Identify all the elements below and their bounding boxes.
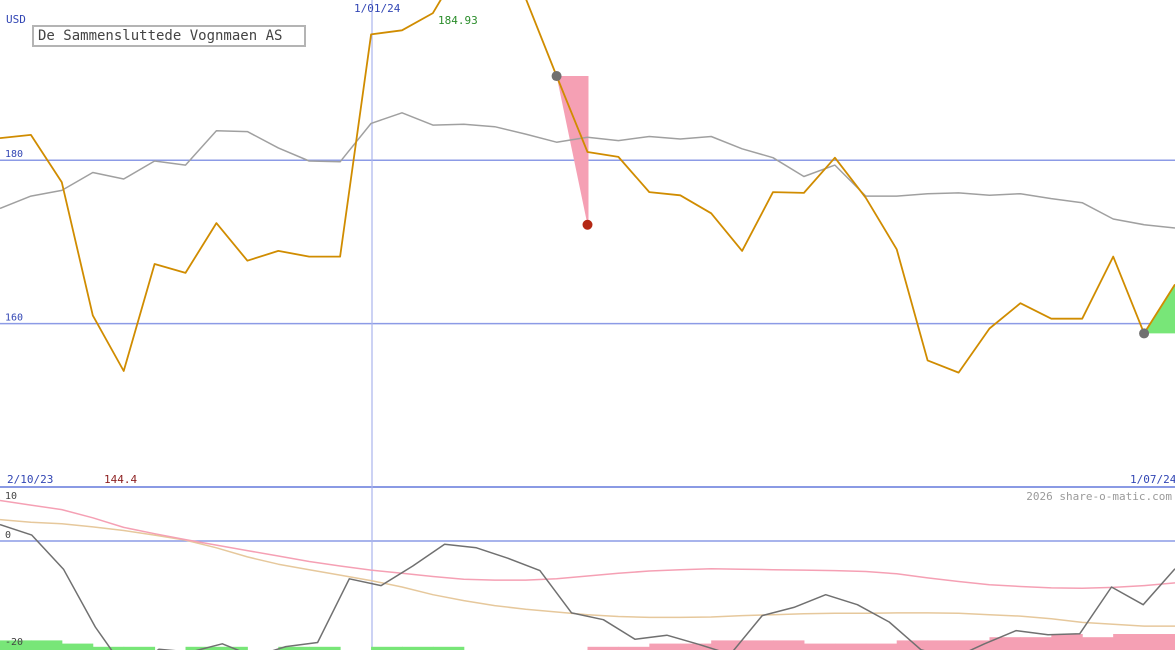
price-marker (582, 219, 593, 230)
histogram-bar (865, 643, 898, 650)
histogram-bar (61, 643, 94, 650)
low-value-label: 144.4 (104, 473, 137, 486)
histogram-bar (773, 640, 805, 650)
price-tick-label: 180 (5, 149, 23, 160)
histogram-layer (0, 634, 1175, 650)
histogram-bar (1144, 634, 1175, 650)
oscillator-tick-label: 0 (5, 530, 11, 541)
histogram-bar (803, 643, 836, 650)
histogram-bar (742, 640, 774, 650)
oscillator-tick-label: 10 (5, 491, 17, 502)
oscillator-osc-line (0, 523, 1175, 650)
decline-shade (556, 76, 589, 225)
currency-label: USD (6, 13, 26, 26)
price-tick-label: 160 (5, 313, 23, 324)
histogram-bar (834, 643, 867, 650)
cursor-date-label: 1/01/24 (354, 2, 401, 15)
cursor-value-label: 184.93 (438, 14, 478, 27)
histogram-bar (30, 640, 63, 650)
histogram-bar (927, 640, 960, 650)
chart-canvas: USD 1/01/24 184.93 2/10/23 1/07/24 144.4… (0, 0, 1175, 650)
histogram-bar (649, 643, 681, 650)
price-marker (551, 71, 562, 82)
end-date-label: 1/07/24 (1130, 473, 1175, 486)
watermark-text: 2026 share-o-matic.com (1026, 490, 1172, 503)
chart-title: De Sammensluttede Vognmaen AS (32, 25, 306, 47)
ytick-layer: 160 180 10 0 -20 (5, 149, 23, 648)
start-date-label: 2/10/23 (7, 473, 53, 486)
marker-layer (551, 71, 1150, 339)
oscillator-tick-label: -20 (5, 637, 23, 648)
histogram-bar (1082, 637, 1114, 650)
fill-layer (556, 76, 1175, 334)
oscillator-tan-line (0, 518, 1175, 627)
oscillator-pink-line (0, 499, 1175, 590)
histogram-bar (1051, 634, 1083, 650)
histogram-bar (1113, 634, 1145, 650)
histogram-bar (1020, 637, 1052, 650)
price-marker (1139, 328, 1150, 339)
